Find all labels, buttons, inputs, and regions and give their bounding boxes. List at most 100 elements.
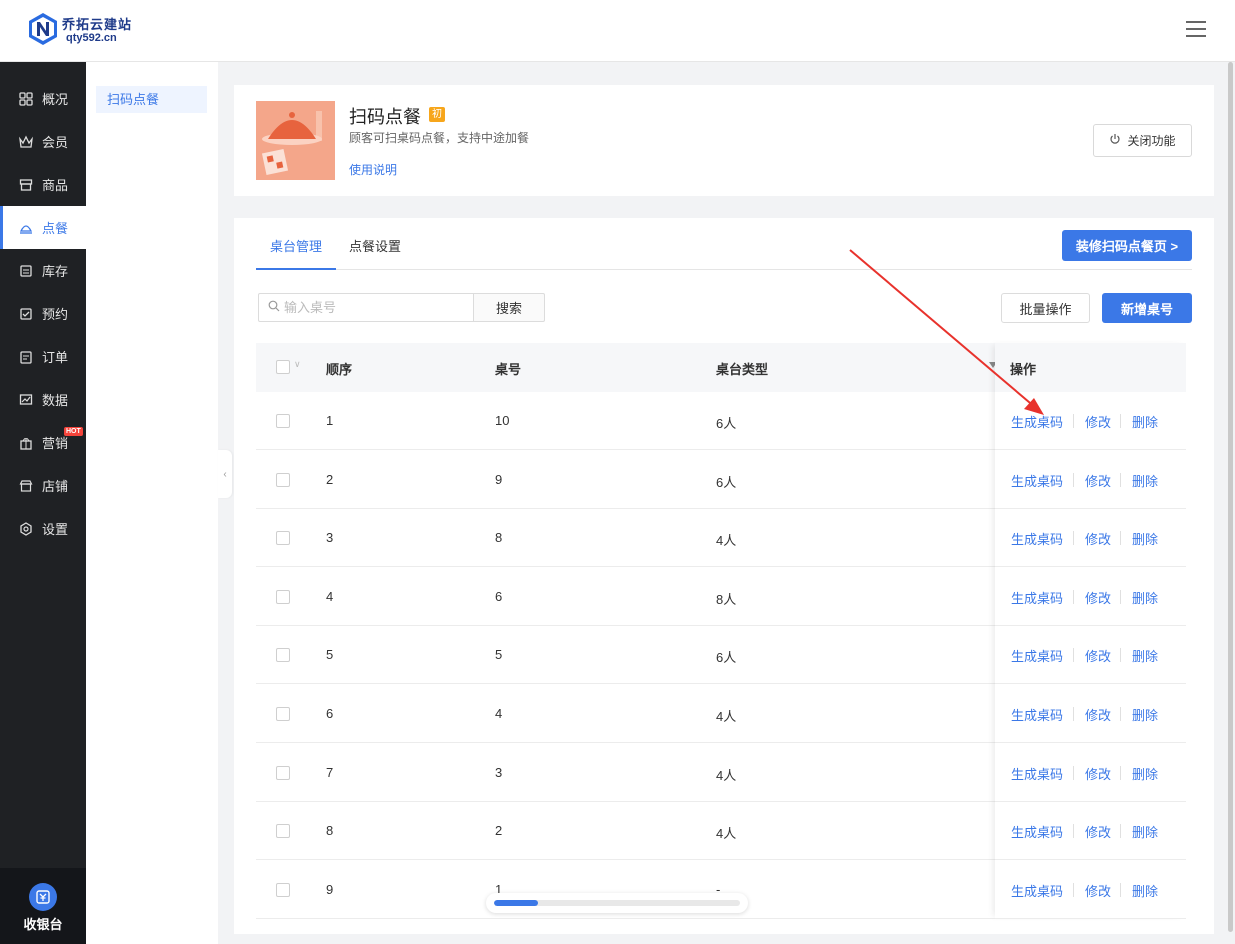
delete-link[interactable]: 删除	[1132, 705, 1158, 724]
delete-link[interactable]: 删除	[1132, 412, 1158, 431]
row-checkbox[interactable]	[276, 765, 290, 780]
tab-order-settings[interactable]: 点餐设置	[349, 236, 401, 270]
separator	[1120, 765, 1121, 780]
sidebar-item-booking[interactable]: 预约	[0, 292, 86, 335]
edit-link[interactable]: 修改	[1085, 705, 1111, 724]
generate-qr-link[interactable]: 生成桌码	[1011, 705, 1063, 724]
cell-table-type: 4人	[716, 533, 737, 549]
generate-qr-link[interactable]: 生成桌码	[1011, 471, 1063, 490]
separator	[1073, 472, 1074, 487]
generate-qr-link[interactable]: 生成桌码	[1011, 764, 1063, 783]
row-checkbox[interactable]	[276, 414, 290, 428]
loading-track	[494, 900, 740, 906]
page-scrollbar[interactable]	[1228, 62, 1233, 932]
generate-qr-link[interactable]: 生成桌码	[1011, 588, 1063, 607]
edit-link[interactable]: 修改	[1085, 471, 1111, 490]
row-checkbox[interactable]	[276, 648, 290, 663]
collapse-sidebar-button[interactable]: ‹	[218, 450, 232, 498]
brand-name: 乔拓云建站	[62, 17, 133, 32]
chart-icon	[18, 392, 34, 408]
edit-link[interactable]: 修改	[1085, 529, 1111, 548]
generate-qr-link[interactable]: 生成桌码	[1011, 529, 1063, 548]
delete-link[interactable]: 删除	[1132, 822, 1158, 841]
edit-link[interactable]: 修改	[1085, 881, 1111, 900]
inventory-icon	[18, 263, 34, 279]
feature-badge: 初	[429, 107, 445, 122]
crown-icon	[18, 134, 34, 150]
sidebar-item-store[interactable]: 店铺	[0, 464, 86, 507]
generate-qr-link[interactable]: 生成桌码	[1011, 822, 1063, 841]
search-button[interactable]: 搜索	[473, 293, 545, 322]
row-checkbox[interactable]	[276, 472, 290, 487]
sidebar-item-orders[interactable]: 订单	[0, 335, 86, 378]
delete-link[interactable]: 删除	[1132, 588, 1158, 607]
tab-table-management[interactable]: 桌台管理	[256, 236, 337, 270]
generate-qr-link[interactable]: 生成桌码	[1011, 646, 1063, 665]
menu-icon[interactable]	[1186, 21, 1206, 37]
row-operations: 生成桌码 修改 删除	[995, 392, 1186, 450]
sidebar-item-settings[interactable]: 设置	[0, 507, 86, 550]
sidebar-item-marketing[interactable]: 营销 HOT	[0, 421, 86, 464]
sidebar-item-label: 预约	[42, 307, 69, 322]
cell-table-type: 4人	[716, 767, 737, 783]
edit-link[interactable]: 修改	[1085, 412, 1111, 431]
separator	[1073, 824, 1074, 839]
add-table-button[interactable]: 新增桌号	[1102, 293, 1192, 323]
shop-icon	[18, 177, 34, 193]
generate-qr-link[interactable]: 生成桌码	[1011, 412, 1063, 431]
decorate-page-button[interactable]: 装修扫码点餐页 >	[1062, 230, 1192, 261]
edit-link[interactable]: 修改	[1085, 764, 1111, 783]
cell-table-number: 2	[495, 823, 503, 839]
subnav-item-scan-order[interactable]: 扫码点餐	[96, 86, 207, 113]
separator	[1073, 882, 1074, 897]
separator	[1120, 472, 1121, 487]
cashier-icon	[29, 883, 57, 911]
feature-title: 扫码点餐	[349, 107, 421, 127]
generate-qr-link[interactable]: 生成桌码	[1011, 881, 1063, 900]
sidebar-item-data[interactable]: 数据	[0, 378, 86, 421]
separator	[1073, 589, 1074, 604]
cell-order: 4	[326, 588, 334, 604]
header-operations: 操作	[1010, 362, 1037, 377]
select-all-checkbox[interactable]	[276, 360, 290, 374]
select-dropdown-icon[interactable]: ∨	[294, 359, 301, 370]
separator	[1120, 589, 1121, 604]
batch-action-button[interactable]: 批量操作	[1001, 293, 1090, 323]
cell-table-number: 3	[495, 764, 503, 780]
sidebar-item-inventory[interactable]: 库存	[0, 249, 86, 292]
sidebar-item-overview[interactable]: 概况	[0, 77, 86, 120]
row-checkbox[interactable]	[276, 882, 290, 897]
sidebar-item-products[interactable]: 商品	[0, 163, 86, 206]
sidebar-item-label: 订单	[42, 350, 69, 365]
row-checkbox[interactable]	[276, 707, 290, 721]
store-icon	[18, 478, 34, 494]
row-operations: 生成桌码 修改 删除	[995, 744, 1186, 802]
edit-link[interactable]: 修改	[1085, 588, 1111, 607]
header-table-type: 桌台类型	[716, 362, 769, 377]
close-feature-button[interactable]: 关闭功能	[1093, 124, 1192, 157]
cell-table-type: 8人	[716, 591, 737, 607]
logo-icon	[29, 13, 57, 45]
hot-badge: HOT	[64, 427, 83, 436]
sub-sidebar: 扫码点餐	[86, 62, 218, 944]
delete-link[interactable]: 删除	[1132, 529, 1158, 548]
cell-order: 6	[326, 706, 334, 721]
sidebar-item-members[interactable]: 会员	[0, 120, 86, 163]
edit-link[interactable]: 修改	[1085, 646, 1111, 665]
delete-link[interactable]: 删除	[1132, 646, 1158, 665]
delete-link[interactable]: 删除	[1132, 881, 1158, 900]
delete-link[interactable]: 删除	[1132, 471, 1158, 490]
gift-icon	[18, 435, 34, 451]
search-input[interactable]	[284, 300, 464, 315]
separator	[1073, 707, 1074, 721]
delete-link[interactable]: 删除	[1132, 764, 1158, 783]
separator	[1120, 882, 1121, 897]
row-checkbox[interactable]	[276, 824, 290, 839]
separator	[1120, 531, 1121, 546]
usage-guide-link[interactable]: 使用说明	[349, 161, 397, 178]
row-checkbox[interactable]	[276, 531, 290, 546]
edit-link[interactable]: 修改	[1085, 822, 1111, 841]
cashier-button[interactable]: 收银台	[0, 868, 86, 944]
row-checkbox[interactable]	[276, 589, 290, 604]
sidebar-item-ordering[interactable]: 点餐	[0, 206, 86, 249]
